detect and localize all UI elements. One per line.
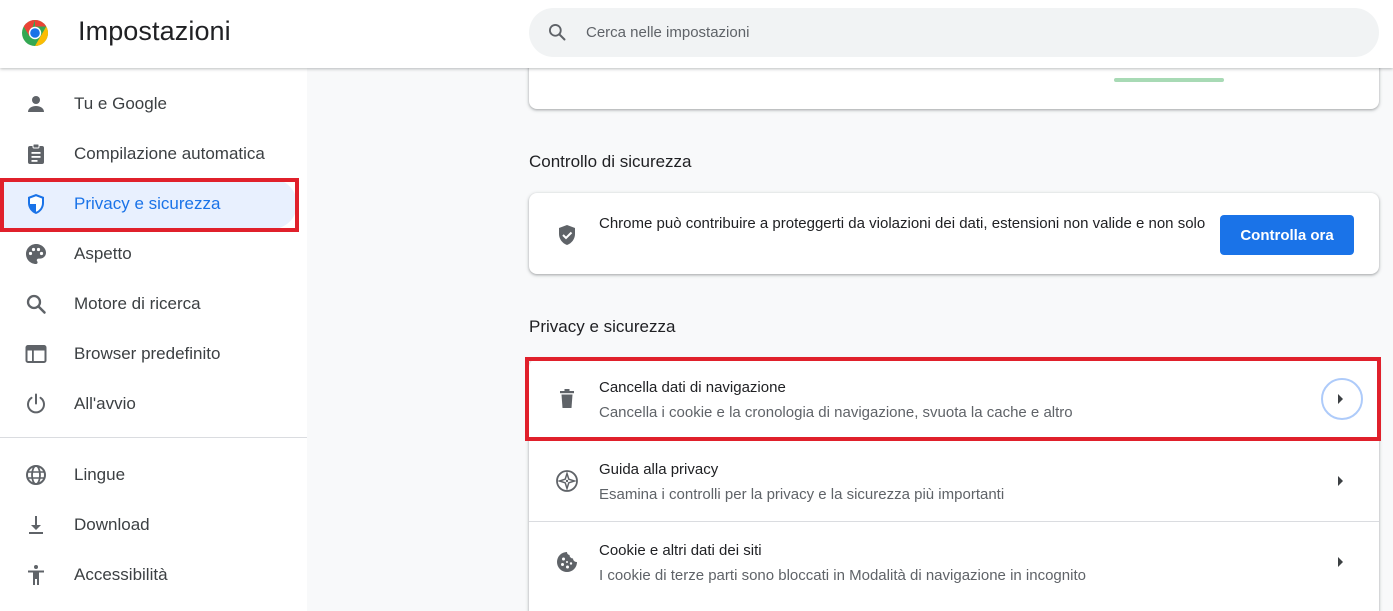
row-subtitle: I cookie di terze parti sono bloccati in… [599, 567, 1086, 584]
sidebar-item-aspetto[interactable]: Aspetto [0, 229, 297, 279]
privacy-row-clear-browsing-data[interactable]: Cancella dati di navigazione Cancella i … [529, 359, 1379, 440]
sidebar-item-browser-predefinito[interactable]: Browser predefinito [0, 329, 297, 379]
chrome-logo-icon [22, 20, 49, 46]
globe-icon [26, 465, 46, 485]
sidebar-item-label: All'avvio [74, 394, 136, 413]
sidebar-item-label: Lingue [74, 465, 126, 484]
row-subtitle: Esamina i controlli per la privacy e la … [599, 486, 1005, 503]
sidebar-item-download[interactable]: Download [0, 500, 297, 550]
search-input[interactable] [586, 8, 1346, 57]
sidebar-item-lingue[interactable]: Lingue [0, 450, 297, 500]
row-subtitle: Cancella i cookie e la cronologia di nav… [599, 404, 1073, 421]
sidebar-item-label: Browser predefinito [74, 344, 221, 363]
trash-icon [560, 389, 574, 408]
sidebar-item-label: Privacy e sicurezza [74, 194, 221, 213]
check-now-button[interactable]: Controlla ora [1220, 215, 1354, 255]
arrow-right-icon[interactable] [1329, 551, 1351, 573]
search-icon [26, 294, 46, 314]
person-icon [28, 96, 44, 112]
row-title: Guida alla privacy [599, 461, 719, 478]
app-title: Impostazioni [78, 16, 231, 46]
safety-check-heading: Controllo di sicurezza [529, 152, 692, 171]
compass-icon [556, 470, 578, 492]
sidebar-item-privacy-e-sicurezza[interactable]: Privacy e sicurezza [0, 179, 297, 229]
sidebar-item-motore-di-ricerca[interactable]: Motore di ricerca [0, 279, 297, 329]
safety-check-card: Chrome può contribuire a proteggerti da … [529, 193, 1379, 274]
sidebar-item-tu-e-google[interactable]: Tu e Google [0, 79, 297, 129]
privacy-row-cookies[interactable]: Cookie e altri dati dei siti I cookie di… [529, 521, 1379, 602]
privacy-row-privacy-guide[interactable]: Guida alla privacy Esamina i controlli p… [529, 440, 1379, 521]
cookie-icon [557, 552, 577, 572]
accessibility-icon [28, 565, 44, 585]
clipboard-icon [28, 143, 44, 164]
search-icon [549, 24, 566, 41]
progress-indicator [1114, 78, 1224, 82]
palette-icon [26, 244, 46, 264]
download-icon [29, 516, 43, 534]
browser-window-icon [25, 345, 47, 363]
search-bar[interactable] [529, 8, 1379, 57]
sidebar-item-label: Download [74, 515, 150, 534]
power-icon [27, 393, 45, 414]
sidebar-item-label: Aspetto [74, 244, 132, 263]
sidebar-item-accessibilita[interactable]: Accessibilità [0, 550, 297, 600]
sidebar-item-label: Accessibilità [74, 565, 168, 584]
sidebar-item-label: Compilazione automatica [74, 144, 265, 163]
top-bar: Impostazioni [0, 0, 1393, 68]
row-title: Cookie e altri dati dei siti [599, 542, 762, 559]
sidebar-divider [0, 437, 307, 438]
arrow-right-icon[interactable] [1329, 470, 1351, 492]
privacy-section-heading: Privacy e sicurezza [529, 317, 676, 336]
privacy-card: Cancella dati di navigazione Cancella i … [529, 359, 1379, 611]
row-title: Cancella dati di navigazione [599, 379, 786, 396]
sidebar: Tu e Google Compilazione automatica Priv… [0, 68, 307, 611]
arrow-right-icon[interactable] [1329, 388, 1351, 410]
safety-check-description: Chrome può contribuire a proteggerti da … [599, 215, 1206, 232]
sidebar-item-label: Motore di ricerca [74, 294, 201, 313]
sidebar-item-label: Tu e Google [74, 94, 167, 113]
shield-check-icon [559, 225, 575, 245]
sidebar-item-compilazione-automatica[interactable]: Compilazione automatica [0, 129, 297, 179]
shield-icon [28, 194, 44, 214]
sidebar-item-all-avvio[interactable]: All'avvio [0, 379, 297, 429]
